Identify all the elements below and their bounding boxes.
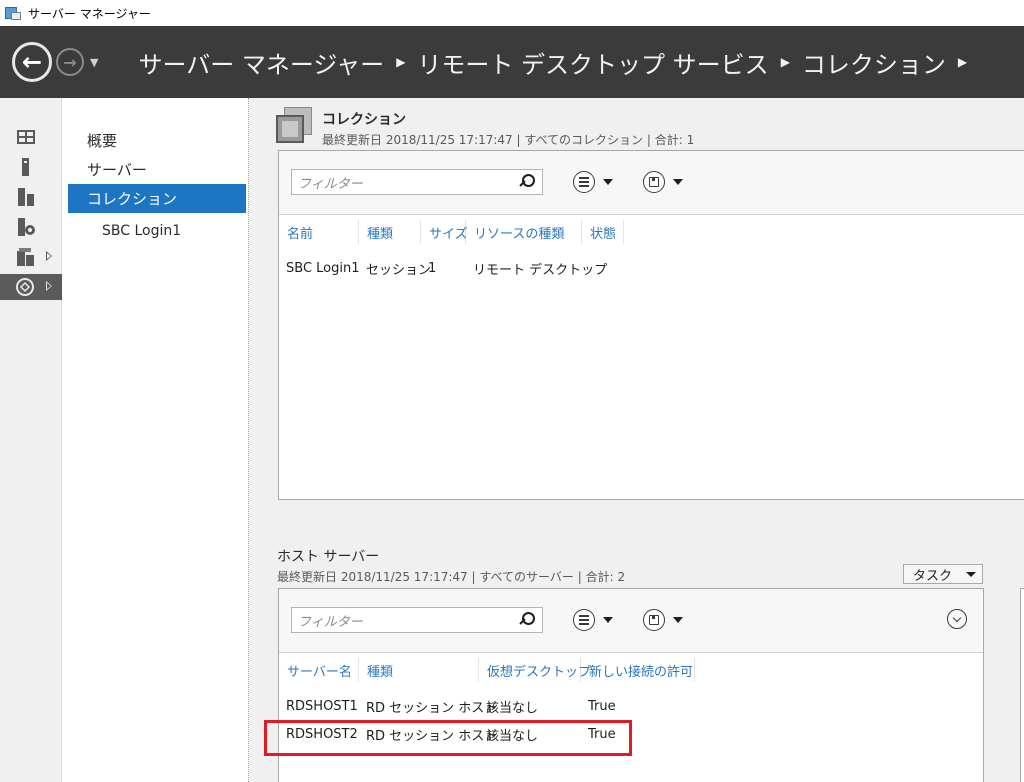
- breadcrumb: サーバー マネージャー ▶ リモート デスクトップ サービス ▶ コレクション …: [138, 45, 979, 80]
- breadcrumb-item-remote-desktop-services[interactable]: リモート デスクトップ サービス: [417, 45, 768, 80]
- collapse-chevron-icon[interactable]: [947, 609, 967, 629]
- save-icon: [643, 171, 665, 193]
- rail-roles[interactable]: [0, 244, 62, 270]
- dashboard-icon: [16, 128, 36, 146]
- nav-item-overview[interactable]: 概要: [68, 126, 246, 155]
- table-cell: [582, 255, 589, 281]
- table-cell: True: [588, 698, 616, 714]
- connections-panel-edge: [1020, 588, 1024, 782]
- column-header[interactable]: 新しい接続の許可: [581, 658, 695, 682]
- collections-toolbar: フィルター: [279, 151, 1024, 215]
- table-row[interactable]: RDSHOST1 RD セッション ホスト 該当なし True: [279, 693, 983, 719]
- breadcrumb-item-collections[interactable]: コレクション: [802, 45, 946, 80]
- rail-local-server[interactable]: [0, 154, 62, 180]
- chevron-down-icon: [603, 179, 613, 185]
- table-row[interactable]: SBC Login1 セッション 1 リモート デスクトップ: [279, 255, 1024, 281]
- breadcrumb-item-server-manager[interactable]: サーバー マネージャー: [138, 45, 384, 80]
- window-titlebar: サーバー マネージャー: [0, 0, 1024, 26]
- chevron-down-icon: [673, 617, 683, 623]
- icon-rail: [0, 98, 62, 782]
- expand-arrow-icon[interactable]: [46, 281, 52, 291]
- history-dropdown-icon[interactable]: ▼: [90, 56, 98, 69]
- nav-item-collections[interactable]: コレクション: [68, 184, 246, 213]
- back-arrow-icon[interactable]: ←: [12, 42, 52, 82]
- nav-item-servers[interactable]: サーバー: [68, 155, 246, 184]
- host-servers-filter-input[interactable]: フィルター: [291, 607, 543, 633]
- table-cell: SBC Login1: [286, 260, 360, 276]
- table-cell: RD セッション ホスト: [366, 728, 498, 744]
- filter-placeholder: フィルター: [298, 614, 363, 630]
- column-header[interactable]: サイズ: [421, 220, 468, 244]
- table-cell: True: [588, 726, 616, 742]
- list-options-icon: [573, 171, 595, 193]
- column-header[interactable]: 状態: [582, 220, 624, 244]
- rail-file-services[interactable]: [0, 214, 62, 240]
- collections-query-button[interactable]: [573, 171, 613, 193]
- local-server-icon: [16, 158, 36, 176]
- host-servers-column-headers: サーバー名 種類 仮想デスクトップ 新しい接続の許可: [279, 657, 983, 683]
- chevron-down-icon: [673, 179, 683, 185]
- host-servers-title: ホスト サーバー: [277, 549, 380, 565]
- chevron-down-icon: [603, 617, 613, 623]
- host-servers-query-button[interactable]: [573, 609, 613, 631]
- rail-all-servers[interactable]: [0, 184, 62, 210]
- search-icon[interactable]: [518, 611, 536, 629]
- tasks-button[interactable]: タスク: [903, 564, 983, 584]
- save-icon: [643, 609, 665, 631]
- breadcrumb-separator-icon: ▶: [957, 55, 968, 69]
- content-area: コレクション 最終更新日 2018/11/25 17:17:47 | すべてのコ…: [250, 98, 1024, 782]
- host-servers-save-button[interactable]: [643, 609, 683, 631]
- breadcrumb-separator-icon: ▶: [780, 55, 790, 69]
- chevron-down-icon: [966, 571, 977, 577]
- host-servers-toolbar: フィルター: [279, 589, 983, 653]
- rail-remote-desktop[interactable]: [0, 274, 62, 300]
- tasks-button-label: タスク: [913, 568, 953, 584]
- table-cell: 該当なし: [486, 728, 539, 744]
- collections-panel: フィルター 名前 種類 サイズ リソースの種類 状態 SBC Login1 セッ…: [278, 150, 1024, 500]
- column-header[interactable]: 名前: [279, 220, 359, 244]
- remote-desktop-icon: [16, 278, 36, 296]
- window-title: サーバー マネージャー: [28, 6, 151, 21]
- column-header[interactable]: リソースの種類: [466, 220, 582, 244]
- host-servers-panel: フィルター サーバー名 種類 仮想デスクトップ 新しい接続の許可 RDSHOST…: [278, 588, 984, 782]
- table-cell: 1: [428, 260, 437, 276]
- search-icon[interactable]: [518, 173, 536, 191]
- column-header[interactable]: 種類: [359, 220, 421, 244]
- server-manager-icon: [4, 5, 22, 21]
- table-cell: 該当なし: [486, 700, 539, 716]
- table-cell: RDSHOST1: [286, 698, 358, 714]
- table-row[interactable]: RDSHOST2 RD セッション ホスト 該当なし True: [279, 721, 983, 747]
- roles-icon: [16, 248, 36, 266]
- rail-dashboard[interactable]: [0, 124, 62, 150]
- collections-title: コレクション: [322, 112, 406, 128]
- host-servers-meta: 最終更新日 2018/11/25 17:17:47 | すべてのサーバー | 合…: [277, 570, 626, 584]
- collections-column-headers: 名前 種類 サイズ リソースの種類 状態: [279, 219, 1024, 245]
- header-bar: ← → ▼ サーバー マネージャー ▶ リモート デスクトップ サービス ▶ コ…: [0, 26, 1024, 98]
- filter-placeholder: フィルター: [298, 176, 363, 192]
- column-header[interactable]: サーバー名: [279, 658, 359, 682]
- expand-arrow-icon[interactable]: [46, 251, 52, 261]
- collections-save-button[interactable]: [643, 171, 683, 193]
- breadcrumb-separator-icon: ▶: [396, 55, 406, 69]
- nav-tree: 概要 サーバー コレクション SBC Login1: [63, 98, 249, 782]
- collections-filter-input[interactable]: フィルター: [291, 169, 543, 195]
- list-options-icon: [573, 609, 595, 631]
- file-services-icon: [16, 218, 36, 236]
- collections-icon: [276, 107, 314, 145]
- nav-item-sbc-login1[interactable]: SBC Login1: [68, 216, 246, 245]
- table-cell: RD セッション ホスト: [366, 700, 498, 716]
- collections-meta: 最終更新日 2018/11/25 17:17:47 | すべてのコレクション |…: [322, 133, 695, 147]
- forward-arrow-icon[interactable]: →: [56, 48, 84, 76]
- all-servers-icon: [16, 188, 36, 206]
- column-header[interactable]: 仮想デスクトップ: [479, 658, 591, 682]
- table-cell: RDSHOST2: [286, 726, 358, 742]
- column-header[interactable]: 種類: [359, 658, 479, 682]
